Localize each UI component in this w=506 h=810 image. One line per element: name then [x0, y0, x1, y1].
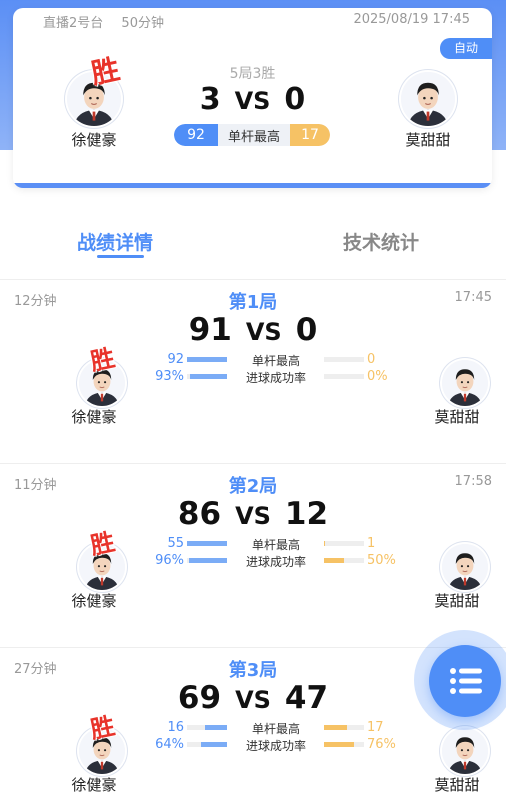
stat-left-bar — [187, 357, 227, 362]
stat-left-bar — [187, 725, 227, 730]
stat-row-highest: 92 单杆最高 0 — [150, 352, 410, 368]
stat-left-bar — [187, 374, 227, 379]
stat-row-highest: 16 单杆最高 17 — [150, 720, 410, 736]
stat-right-value: 0% — [367, 369, 388, 384]
highest-left: 92 — [174, 124, 218, 146]
player-right-name: 莫甜甜 — [405, 131, 451, 149]
player-left-name: 徐健豪 — [71, 592, 117, 610]
game-score-left: 69 — [177, 680, 222, 716]
player-left-name: 徐健豪 — [71, 408, 117, 426]
stat-left-fill — [188, 558, 227, 563]
menu-fab-button[interactable] — [429, 645, 501, 717]
table-name: 直播2号台 — [43, 16, 104, 31]
highest-label: 单杆最高 — [227, 129, 280, 145]
tab-underline — [97, 255, 144, 258]
stat-left-bar — [187, 558, 227, 563]
game-score: 91 VS 0 — [0, 312, 506, 348]
stat-left-value: 64% — [155, 737, 184, 752]
stat-label: 进球成功率 — [245, 555, 306, 569]
game-score-left: 86 — [177, 496, 222, 532]
auto-badge[interactable]: 自动 — [440, 38, 492, 59]
match-meta: 直播2号台 50分钟 — [43, 12, 164, 31]
stat-row-highest: 55 单杆最高 1 — [150, 536, 410, 552]
game-card[interactable]: 12分钟 17:45 第1局 91 VS 0 胜徐健豪 莫甜甜 92 单杆最高 0 93% 进球成功率 0… — [0, 280, 506, 460]
vs-label: VS — [234, 87, 271, 115]
stat-right-bar — [324, 558, 364, 563]
stat-label: 单杆最高 — [251, 354, 300, 368]
vs-label: VS — [235, 686, 271, 714]
match-datetime: 2025/08/19 17:45 — [353, 12, 470, 27]
stat-left-fill — [205, 725, 227, 730]
game-score-right: 47 — [284, 680, 329, 716]
avatar-icon — [442, 544, 488, 590]
stat-left-bar — [187, 541, 227, 546]
tab-record-details[interactable]: 战绩详情 — [77, 228, 153, 255]
stat-row-success-rate: 96% 进球成功率 50% — [150, 553, 410, 569]
stat-label: 进球成功率 — [245, 371, 306, 385]
vs-label: VS — [245, 318, 282, 346]
avatar-icon[interactable] — [442, 360, 488, 406]
player-left-name: 徐健豪 — [71, 776, 117, 794]
stat-left-value: 93% — [155, 369, 184, 384]
stat-left-fill — [187, 541, 227, 546]
list-icon — [450, 668, 482, 694]
stat-right-fill — [324, 558, 344, 563]
game-score-right: 0 — [295, 312, 318, 348]
score-left: 3 — [199, 82, 221, 117]
stat-label: 单杆最高 — [251, 722, 300, 736]
stat-right-bar — [324, 742, 364, 747]
stat-left-value: 92 — [167, 352, 184, 367]
stat-right-bar — [324, 357, 364, 362]
game-title: 第1局 — [228, 292, 278, 313]
game-score: 86 VS 12 — [0, 496, 506, 532]
game-score-left: 91 — [188, 312, 232, 348]
stat-right-fill — [324, 742, 355, 747]
game-score-right: 12 — [284, 496, 329, 532]
stat-right-value: 17 — [367, 720, 384, 735]
stat-right-bar — [324, 541, 364, 546]
stat-right-value: 1 — [367, 536, 376, 551]
game-title: 第2局 — [228, 476, 278, 497]
vs-label: VS — [235, 502, 271, 530]
player-right-name: 莫甜甜 — [434, 776, 480, 794]
avatar-icon[interactable] — [442, 544, 488, 590]
stat-right-value: 50% — [367, 553, 396, 568]
stat-right-fill — [324, 541, 326, 546]
stat-right-fill — [324, 725, 348, 730]
stat-row-success-rate: 64% 进球成功率 76% — [150, 737, 410, 753]
card-bottom-bar — [13, 183, 492, 188]
game-card[interactable]: 11分钟 17:58 第2局 86 VS 12 胜徐健豪 莫甜甜 55 单杆最高 1 96% 进球成功率… — [0, 464, 506, 644]
stat-label: 进球成功率 — [245, 739, 306, 753]
stat-left-fill — [201, 742, 227, 747]
stat-left-fill — [189, 374, 227, 379]
stat-right-value: 76% — [367, 737, 396, 752]
tab-tech-stats[interactable]: 技术统计 — [343, 228, 419, 255]
avatar-icon — [442, 728, 488, 774]
stat-left-bar — [187, 742, 227, 747]
match-format: 5局3胜 — [229, 66, 276, 82]
match-duration: 50分钟 — [121, 16, 164, 31]
stat-left-value: 96% — [155, 553, 184, 568]
match-score: 3 VS 0 — [13, 82, 492, 117]
stat-left-value: 55 — [167, 536, 184, 551]
highest-break-pill: 92 单杆最高 17 — [174, 124, 330, 146]
player-right-name: 莫甜甜 — [434, 408, 480, 426]
stat-left-fill — [187, 357, 227, 362]
avatar-icon[interactable] — [442, 728, 488, 774]
stat-right-bar — [324, 725, 364, 730]
stat-label: 单杆最高 — [251, 538, 300, 552]
score-right: 0 — [284, 82, 306, 117]
highest-right: 17 — [290, 124, 330, 146]
stat-row-success-rate: 93% 进球成功率 0% — [150, 369, 410, 385]
match-summary-card: 直播2号台 50分钟 2025/08/19 17:45 自动 胜 徐健豪 莫甜甜… — [13, 8, 492, 188]
stat-right-value: 0 — [367, 352, 376, 367]
player-left-name: 徐健豪 — [71, 131, 117, 149]
player-right-name: 莫甜甜 — [434, 592, 480, 610]
stat-left-value: 16 — [167, 720, 184, 735]
avatar-icon — [442, 360, 488, 406]
stat-right-bar — [324, 374, 364, 379]
